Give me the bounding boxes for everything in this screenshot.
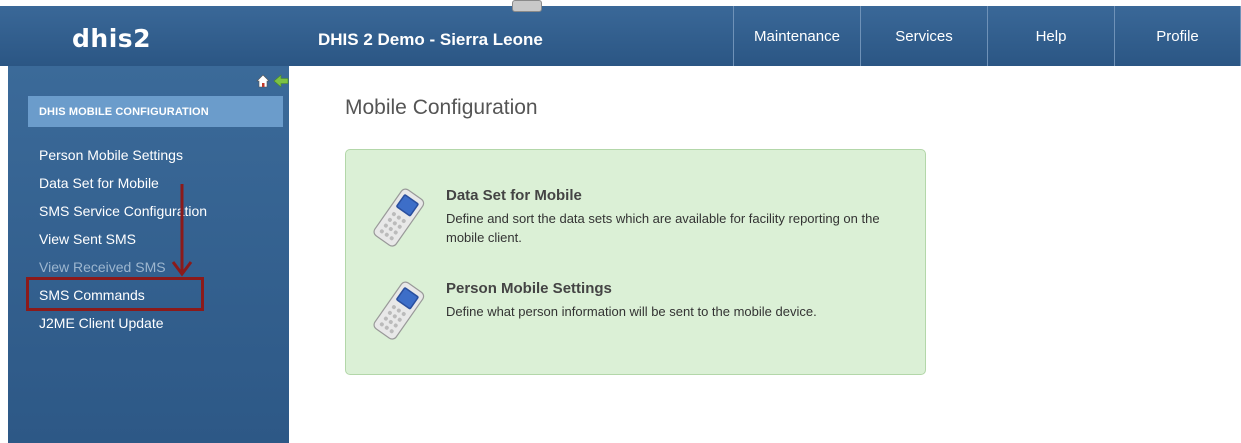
mobile-phone-icon — [366, 185, 430, 254]
sidebar-section-title: DHIS MOBILE CONFIGURATION — [28, 96, 283, 127]
mobile-phone-icon — [366, 278, 430, 347]
site-title: DHIS 2 Demo - Sierra Leone — [318, 30, 543, 49]
page-title: Mobile Configuration — [345, 96, 538, 119]
nav-help[interactable]: Help — [987, 6, 1114, 66]
annotation-highlight-box — [26, 277, 204, 311]
left-sidebar: DHIS MOBILE CONFIGURATION Person Mobile … — [8, 66, 289, 443]
nav-services[interactable]: Services — [860, 6, 987, 66]
header-drag-handle[interactable] — [512, 0, 542, 12]
card-description: Define and sort the data sets which are … — [446, 211, 880, 245]
sidebar-item-j2me-client-update[interactable]: J2ME Client Update — [39, 313, 207, 341]
sidebar-item-person-mobile-settings[interactable]: Person Mobile Settings — [39, 145, 207, 173]
back-arrow-icon[interactable] — [273, 74, 289, 88]
card-title[interactable]: Person Mobile Settings — [446, 280, 612, 297]
top-header: dhis2 DHIS 2 Demo - Sierra Leone Mainten… — [0, 0, 1241, 66]
nav-maintenance[interactable]: Maintenance — [733, 6, 860, 66]
home-icon[interactable] — [256, 74, 270, 88]
nav-profile[interactable]: Profile — [1114, 6, 1241, 66]
mobile-config-panel: Data Set for Mobile Define and sort the … — [345, 149, 926, 375]
sidebar-top-icons — [256, 74, 289, 88]
dhis2-logo[interactable]: dhis2 — [72, 24, 151, 53]
card-description: Define what person information will be s… — [446, 304, 817, 319]
card-title[interactable]: Data Set for Mobile — [446, 187, 582, 204]
top-nav: Maintenance Services Help Profile — [733, 6, 1241, 66]
annotation-arrow — [171, 184, 193, 277]
